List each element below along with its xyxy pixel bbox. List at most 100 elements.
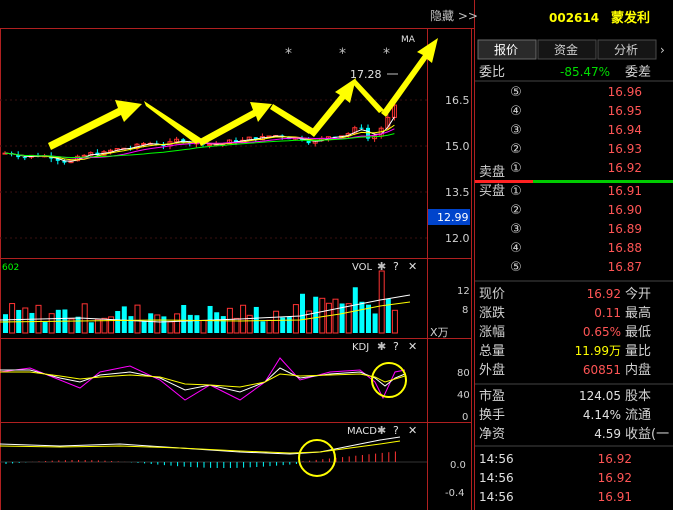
vol-axis-tick: 12: [457, 286, 470, 297]
volume-bar: [220, 316, 226, 333]
kdj-close-icon[interactable]: ✕: [408, 340, 417, 353]
macd-settings-icon[interactable]: ✱: [377, 424, 386, 437]
bid-ask-separator-green: [533, 180, 673, 183]
buy-level-price: 16.88: [608, 241, 642, 255]
tab-quote-label: 报价: [494, 42, 518, 57]
volume-bar: [194, 315, 200, 333]
macd-dea-line: [0, 440, 401, 454]
vol-help-icon[interactable]: ?: [393, 260, 399, 273]
volume-bar: [181, 304, 187, 333]
buy-level-price: 16.91: [608, 184, 642, 198]
macd-series: [0, 436, 427, 468]
volume-bar: [167, 321, 174, 334]
sell-level-number: ①: [510, 161, 522, 176]
vol-label: VOL: [352, 262, 373, 273]
volume-bar: [161, 316, 167, 333]
sell-level-number: ⑤: [510, 85, 522, 100]
quote-field-label: 涨幅: [479, 325, 505, 340]
kdj-label: KDJ: [352, 342, 369, 353]
sell-level-price: 16.95: [608, 104, 642, 118]
quote-field-label-right: 内盘: [625, 362, 651, 378]
kdj-settings-icon[interactable]: ✱: [377, 340, 386, 353]
candle-body: [141, 143, 147, 146]
volume-bar: [141, 321, 147, 333]
kdj-axis-tick: 40: [457, 390, 470, 401]
quote-field-label-right: 量比: [625, 344, 651, 359]
volume-bar: [319, 297, 326, 334]
panel-frames: [0, 0, 475, 510]
quote-field-label: 现价: [479, 287, 505, 302]
volume-bar: [3, 314, 8, 333]
trade-time: 14:56: [479, 452, 514, 466]
macd-label: MACD: [347, 426, 377, 437]
stats-field-value: 4.59: [594, 427, 621, 441]
marker-star-1: *: [285, 46, 292, 62]
candle-body: [22, 157, 27, 159]
kdj-lines: [0, 357, 406, 401]
macd-highlight-circle: [298, 439, 336, 477]
vol-ma-line: [0, 294, 411, 323]
quote-field-label: 总量: [479, 344, 505, 359]
quote-field-label: 外盘: [479, 362, 505, 378]
candle-body: [207, 143, 213, 146]
vol-left-value: 602: [2, 263, 19, 273]
tab-funds-label: 资金: [554, 42, 578, 57]
macd-axis-tick: -0.4: [445, 488, 465, 499]
ma-label: MA: [401, 35, 416, 45]
buy-level-price: 16.90: [608, 203, 642, 217]
stats-fields: 市盈 124.05 股本换手 4.14% 流通净资 4.59 收益(一: [479, 388, 669, 442]
quote-field-label-right: 最低: [625, 325, 651, 340]
tab-analysis-label: 分析: [614, 43, 638, 57]
buy-level-number: ⑤: [510, 260, 522, 275]
marker-star-3: *: [383, 46, 390, 62]
vol-axis-tick: 8: [462, 305, 468, 316]
candle-body: [81, 154, 87, 157]
volume-bar: [300, 293, 305, 333]
hide-sidebar-button[interactable]: 隐藏 >>: [430, 9, 478, 23]
quote-field-value: 0.11: [594, 306, 621, 320]
stock-terminal: 隐藏 >> MA * * * 17.28 16.5 15.0 13.5 12.0…: [0, 0, 673, 510]
kdj-help-icon[interactable]: ?: [393, 340, 399, 353]
sell-label: 卖盘: [479, 164, 505, 180]
volume-bar: [29, 312, 35, 333]
volume-bar: [42, 321, 48, 333]
marker-star-2: *: [339, 46, 346, 62]
volume-bar: [94, 318, 101, 334]
sell-level-price: 16.96: [608, 85, 642, 99]
volume-bar: [313, 296, 319, 333]
volume-bar: [187, 314, 193, 333]
ratio-label: 委比: [479, 65, 505, 80]
buy-label: 买盘: [479, 183, 505, 199]
volume-bar: [260, 321, 266, 333]
vol-close-icon[interactable]: ✕: [408, 260, 417, 273]
stats-field-label: 市盈: [479, 388, 505, 404]
tab-more[interactable]: ›: [660, 43, 665, 57]
ratio-value: -85.47%: [560, 65, 610, 79]
sell-level-price: 16.93: [608, 142, 642, 156]
stats-field-label: 换手: [479, 408, 505, 423]
vol-ma-line: [0, 301, 411, 323]
volume-bar: [253, 306, 259, 333]
volume-bar: [48, 313, 55, 334]
macd-dif-line: [0, 436, 401, 455]
volume-bar: [273, 310, 280, 334]
stats-field-label-right: 股本: [625, 389, 651, 404]
buy-level-number: ②: [510, 203, 522, 218]
buy-level-price: 16.87: [608, 260, 642, 274]
macd-help-icon[interactable]: ?: [393, 424, 399, 437]
volume-bar: [75, 316, 81, 333]
sell-level-number: ③: [510, 123, 522, 138]
quote-sidebar: 002614 蒙发利 报价 资金 分析 › 委比 -85.47% 委差 ⑤ 16.…: [475, 10, 673, 504]
candlestick-series: [2, 102, 397, 165]
stats-field-label-right: 流通: [625, 408, 651, 423]
quote-field-value: 11.99万: [575, 344, 621, 358]
volume-bar: [148, 313, 154, 333]
vol-unit: X万: [430, 326, 449, 339]
volume-bar: [359, 301, 365, 333]
volume-bar: [378, 270, 385, 334]
volume-bar: [385, 298, 391, 333]
macd-close-icon[interactable]: ✕: [408, 424, 417, 437]
volume-bar: [174, 313, 181, 334]
trade-price: 16.92: [598, 471, 632, 485]
candle-body: [359, 127, 364, 129]
